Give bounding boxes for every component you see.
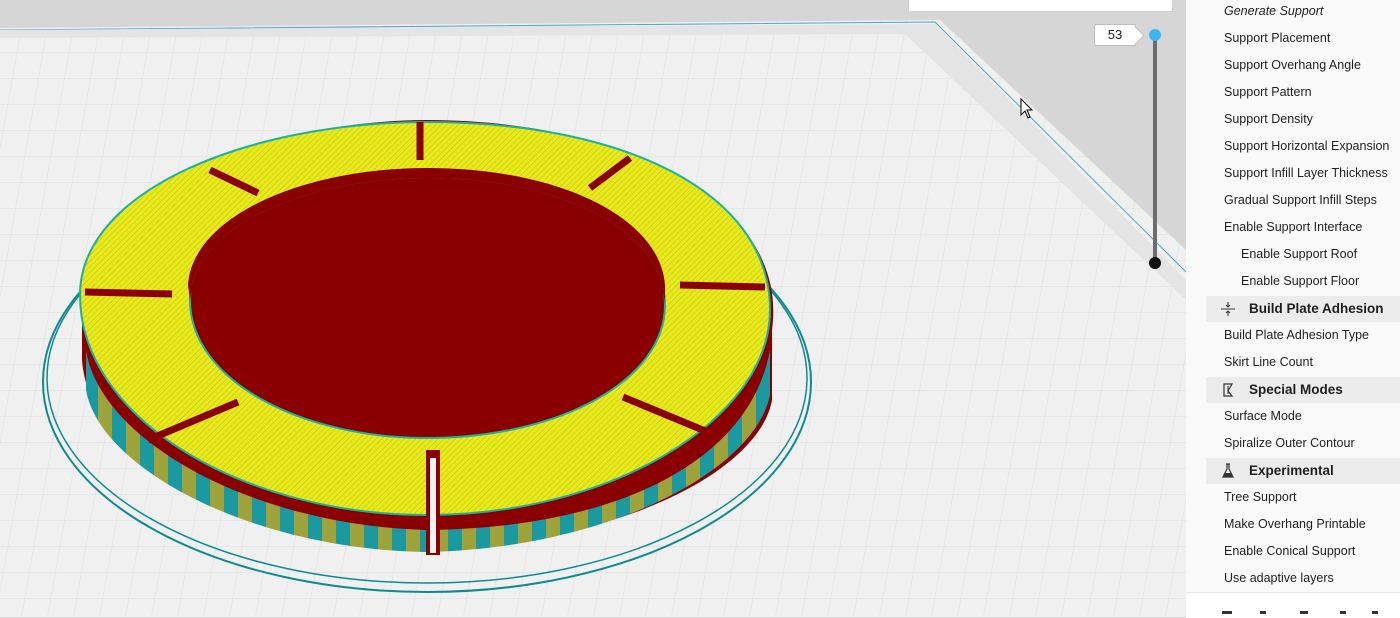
layer-slider-bottom-handle[interactable] (1149, 257, 1161, 269)
footer-cutoff-text (1222, 611, 1378, 614)
adhesion-icon (1221, 302, 1235, 316)
setting-support-pattern[interactable]: Support Pattern (1186, 81, 1400, 108)
setting-support-horizontal-expansion[interactable]: Support Horizontal Expansion (1186, 135, 1400, 162)
mouse-cursor-icon (1020, 98, 1034, 119)
setting-enable-support-interface[interactable]: Enable Support Interface (1186, 216, 1400, 243)
category-build-plate-adhesion[interactable]: Build Plate Adhesion (1206, 296, 1400, 322)
settings-panel: Generate Support Support Placement Suppo… (1186, 0, 1400, 618)
3d-viewport[interactable]: 53 (0, 0, 1186, 617)
setting-build-plate-adhesion-type[interactable]: Build Plate Adhesion Type (1186, 324, 1400, 351)
setting-use-adaptive-layers[interactable]: Use adaptive layers (1186, 567, 1400, 594)
setting-enable-support-roof[interactable]: Enable Support Roof (1186, 243, 1400, 270)
setting-support-placement[interactable]: Support Placement (1186, 27, 1400, 54)
setting-enable-conical-support[interactable]: Enable Conical Support (1186, 540, 1400, 567)
setting-gradual-support-infill-steps[interactable]: Gradual Support Infill Steps (1186, 189, 1400, 216)
viewport-top-panel (908, 0, 1173, 12)
layer-slider-top-handle[interactable] (1149, 29, 1161, 41)
setting-skirt-line-count[interactable]: Skirt Line Count (1186, 351, 1400, 378)
special-modes-icon (1223, 383, 1234, 397)
layer-slider-track[interactable] (1153, 35, 1157, 263)
setting-support-infill-layer-thickness[interactable]: Support Infill Layer Thickness (1186, 162, 1400, 189)
setting-surface-mode[interactable]: Surface Mode (1186, 405, 1400, 432)
slot-front-inner (430, 458, 436, 553)
flask-icon (1222, 463, 1234, 478)
setting-make-overhang-printable[interactable]: Make Overhang Printable (1186, 513, 1400, 540)
setting-generate-support[interactable]: Generate Support (1186, 0, 1400, 27)
build-plate-scene[interactable] (0, 0, 1186, 617)
setting-support-overhang-angle[interactable]: Support Overhang Angle (1186, 54, 1400, 81)
setting-tree-support[interactable]: Tree Support (1186, 486, 1400, 513)
setting-support-density[interactable]: Support Density (1186, 108, 1400, 135)
category-experimental[interactable]: Experimental (1206, 458, 1400, 484)
setting-enable-support-floor[interactable]: Enable Support Floor (1186, 270, 1400, 297)
setting-spiralize-outer-contour[interactable]: Spiralize Outer Contour (1186, 432, 1400, 459)
layer-number-field[interactable]: 53 (1094, 24, 1136, 46)
panel-footer (1186, 592, 1400, 618)
category-special-modes[interactable]: Special Modes (1206, 377, 1400, 403)
